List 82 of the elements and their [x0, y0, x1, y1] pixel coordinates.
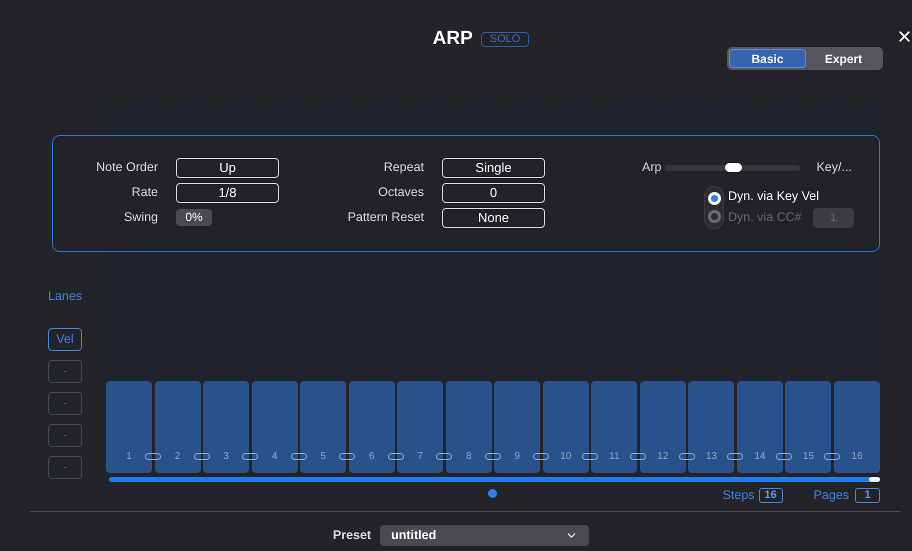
step-number: 9 — [514, 451, 520, 463]
velocity-bar[interactable]: 12 — [640, 380, 686, 473]
step-number: 5 — [320, 451, 326, 463]
step-cell[interactable]: 6 — [348, 288, 395, 473]
steps-label: Steps — [722, 487, 755, 504]
preset-label: Preset — [332, 527, 372, 544]
value-field[interactable]: None — [442, 208, 545, 228]
step-cell[interactable]: 9 — [494, 288, 540, 473]
setting-label: Repeat — [382, 159, 424, 176]
lane-button[interactable]: - — [48, 392, 82, 415]
step-number: 16 — [851, 451, 863, 463]
velocity-bar[interactable]: 13 — [688, 380, 734, 473]
step-cell[interactable]: 2 — [154, 288, 201, 473]
step-number: 1 — [126, 451, 132, 463]
velocity-bar[interactable]: 1 — [106, 380, 152, 473]
step-number: 2 — [174, 451, 180, 463]
lane-button[interactable]: - — [48, 424, 82, 447]
velocity-bar[interactable]: 2 — [154, 380, 201, 473]
solo-badge[interactable]: SOLO — [480, 32, 530, 47]
velocity-bar[interactable]: 10 — [542, 380, 589, 473]
value-field[interactable]: Up — [176, 158, 279, 178]
pages-field[interactable]: 1 — [855, 488, 880, 503]
preset-dropdown[interactable]: untitled — [380, 525, 590, 546]
step-cell[interactable]: 11 — [591, 288, 638, 473]
step-cell[interactable]: 8 — [446, 288, 492, 473]
step-number: 7 — [417, 451, 423, 463]
lane-button[interactable]: - — [48, 360, 82, 383]
setting-label: Note Order — [95, 159, 158, 176]
step-cell[interactable]: 4 — [252, 288, 298, 473]
setting-label: Octaves — [377, 184, 424, 202]
velocity-bar[interactable]: 4 — [252, 380, 298, 473]
step-cell[interactable]: 13 — [688, 288, 734, 473]
velocity-bar[interactable]: 15 — [785, 380, 832, 473]
window-title: ARP — [432, 27, 473, 51]
value-field[interactable]: Single — [442, 158, 545, 178]
velocity-bar[interactable]: 6 — [348, 380, 395, 473]
step-number: 14 — [754, 451, 766, 463]
lane-button[interactable]: - — [48, 456, 82, 479]
step-number: 13 — [706, 451, 717, 463]
step-cell[interactable]: 15 — [785, 288, 832, 473]
velocity-bar[interactable]: 11 — [591, 380, 638, 473]
step-cell[interactable]: 14 — [736, 288, 783, 473]
step-cell[interactable]: 3 — [203, 288, 250, 473]
step-number: 15 — [802, 451, 814, 463]
step-number: 3 — [223, 451, 229, 463]
step-cell[interactable]: 5 — [300, 288, 346, 473]
setting-label: Swing — [122, 209, 158, 226]
key-label: Key/... — [816, 159, 852, 176]
slider-thumb[interactable] — [724, 162, 742, 172]
setting-label: Rate — [130, 184, 158, 202]
step-cell[interactable]: 10 — [542, 288, 589, 473]
step-number: 6 — [368, 451, 374, 463]
range-handle[interactable] — [869, 477, 880, 482]
step-cell[interactable]: 12 — [640, 288, 686, 473]
value-field[interactable]: 1/8 — [176, 182, 279, 202]
step-number: 11 — [609, 451, 620, 463]
step-number: 8 — [466, 451, 472, 463]
velocity-bar[interactable]: 16 — [834, 380, 880, 473]
step-number: 10 — [560, 451, 572, 463]
radio-label[interactable]: Dyn. via Key Vel — [728, 187, 820, 206]
pages-label: Pages — [814, 487, 849, 504]
velocity-bar[interactable]: 8 — [446, 380, 492, 473]
mode-tab[interactable]: Expert — [806, 49, 881, 68]
velocity-bar[interactable]: 14 — [736, 380, 783, 473]
step-cell[interactable]: 16 — [834, 288, 880, 473]
setting-label: Pattern Reset — [346, 209, 424, 226]
value-field[interactable]: 0 — [442, 182, 545, 202]
step-number: 4 — [272, 451, 278, 463]
velocity-bar[interactable]: 3 — [203, 380, 250, 473]
velocity-bar[interactable]: 5 — [300, 380, 346, 473]
step-cell[interactable]: 1 — [106, 288, 152, 473]
velocity-bar[interactable]: 7 — [397, 380, 444, 473]
arp-label: Arp — [642, 159, 662, 176]
steps-field[interactable]: 16 — [758, 488, 783, 503]
step-number: 12 — [657, 451, 668, 463]
lanes-title: Lanes — [48, 288, 84, 304]
step-cell[interactable]: 7 — [397, 288, 444, 473]
value-field[interactable]: 0% — [176, 209, 212, 226]
lane-button[interactable]: Vel — [48, 328, 82, 351]
velocity-bar[interactable]: 9 — [494, 380, 540, 473]
blend-slider[interactable] — [665, 164, 800, 170]
mode-tab[interactable]: Basic — [729, 49, 806, 68]
